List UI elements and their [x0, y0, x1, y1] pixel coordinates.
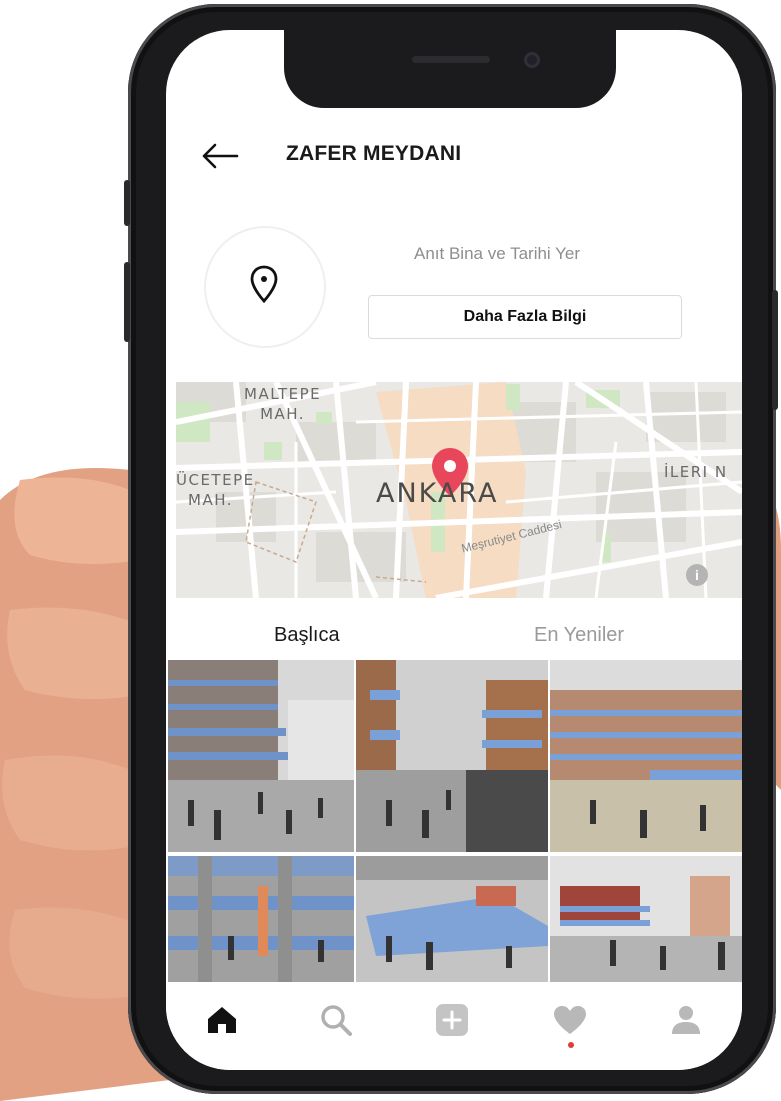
- map-info-icon[interactable]: i: [686, 564, 708, 586]
- nav-home[interactable]: [202, 1000, 242, 1040]
- speaker: [412, 56, 490, 63]
- photo-tile[interactable]: [550, 856, 742, 982]
- search-icon: [321, 1005, 352, 1036]
- nav-profile[interactable]: [666, 1000, 706, 1040]
- architecture-render-image: [356, 660, 548, 852]
- profile-icon: [672, 1006, 700, 1034]
- phone-power-button: [772, 290, 778, 410]
- map-label-maltepe: MALTEPE MAH.: [244, 385, 322, 423]
- phone-volume-up-button: [124, 262, 130, 342]
- notification-dot: [568, 1042, 574, 1048]
- photo-tile[interactable]: [356, 660, 548, 852]
- phone-side-button: [124, 180, 130, 226]
- photo-tile[interactable]: [356, 856, 548, 982]
- home-icon: [208, 1007, 236, 1033]
- architecture-render-image: [356, 856, 548, 982]
- bottom-navigation: [166, 982, 742, 1070]
- architecture-render-image: [168, 660, 354, 852]
- location-avatar: [204, 226, 326, 348]
- photo-grid: [168, 660, 742, 982]
- architecture-render-image: [550, 856, 742, 982]
- tab-main[interactable]: Başlıca: [274, 624, 340, 647]
- map-city-label: ANKARA: [376, 478, 499, 509]
- tab-newest[interactable]: En Yeniler: [534, 624, 624, 647]
- map-label-ileri: İLERI N: [664, 463, 728, 481]
- add-icon: [436, 1004, 468, 1036]
- page-title: ZAFER MEYDANI: [286, 142, 462, 165]
- phone-screen: ZAFER MEYDANI Anıt Bina ve Tarihi Yer Da…: [166, 30, 742, 1070]
- photo-tile[interactable]: [168, 660, 354, 852]
- architecture-render-image: [550, 660, 742, 852]
- phone-notch: [284, 30, 616, 108]
- map-label-ucetepe: ÜCETEPE MAH.: [176, 471, 255, 509]
- architecture-render-image: [168, 856, 354, 982]
- photo-tile[interactable]: [550, 660, 742, 852]
- arrow-left-icon: [202, 143, 239, 169]
- nav-add[interactable]: [432, 1000, 472, 1040]
- location-pin-icon: [250, 265, 278, 304]
- nav-activity[interactable]: [550, 1000, 590, 1040]
- more-info-button[interactable]: Daha Fazla Bilgi: [368, 295, 682, 339]
- heart-icon: [554, 1006, 586, 1034]
- photo-tile[interactable]: [168, 856, 354, 982]
- category-label: Anıt Bina ve Tarihi Yer: [414, 244, 581, 263]
- nav-search[interactable]: [316, 1000, 356, 1040]
- front-camera: [524, 52, 540, 68]
- back-button[interactable]: [200, 140, 240, 172]
